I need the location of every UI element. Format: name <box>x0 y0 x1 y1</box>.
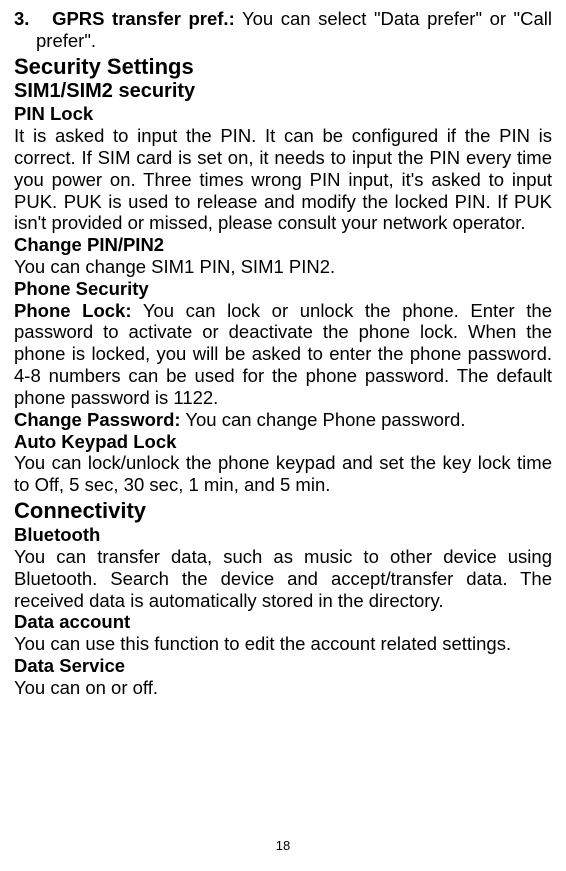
list-item-3: 3. GPRS transfer pref.: You can select "… <box>36 8 552 52</box>
heading-connectivity: Connectivity <box>14 498 552 524</box>
phone-lock-label: Phone Lock: <box>14 300 132 321</box>
heading-pin-lock: PIN Lock <box>14 103 552 125</box>
para-data-account: You can use this function to edit the ac… <box>14 633 552 655</box>
heading-security-settings: Security Settings <box>14 54 552 80</box>
change-password-text: You can change Phone password. <box>181 409 466 430</box>
para-phone-lock: Phone Lock: You can lock or unlock the p… <box>14 300 552 409</box>
gprs-label: GPRS transfer pref.: <box>52 8 235 29</box>
heading-auto-keypad: Auto Keypad Lock <box>14 431 552 453</box>
heading-sim-security: SIM1/SIM2 security <box>14 80 552 104</box>
heading-bluetooth: Bluetooth <box>14 524 552 546</box>
para-change-pin: You can change SIM1 PIN, SIM1 PIN2. <box>14 256 552 278</box>
page-number: 18 <box>0 838 566 853</box>
list-number: 3. <box>14 8 29 29</box>
page-content: 3. GPRS transfer pref.: You can select "… <box>14 8 552 699</box>
para-pin-lock: It is asked to input the PIN. It can be … <box>14 125 552 234</box>
heading-change-pin: Change PIN/PIN2 <box>14 234 552 256</box>
para-auto-keypad: You can lock/unlock the phone keypad and… <box>14 452 552 496</box>
heading-data-account: Data account <box>14 611 552 633</box>
para-data-service: You can on or off. <box>14 677 552 699</box>
heading-phone-security: Phone Security <box>14 278 552 300</box>
heading-data-service: Data Service <box>14 655 552 677</box>
change-password-label: Change Password: <box>14 409 181 430</box>
para-change-password: Change Password: You can change Phone pa… <box>14 409 552 431</box>
para-bluetooth: You can transfer data, such as music to … <box>14 546 552 611</box>
